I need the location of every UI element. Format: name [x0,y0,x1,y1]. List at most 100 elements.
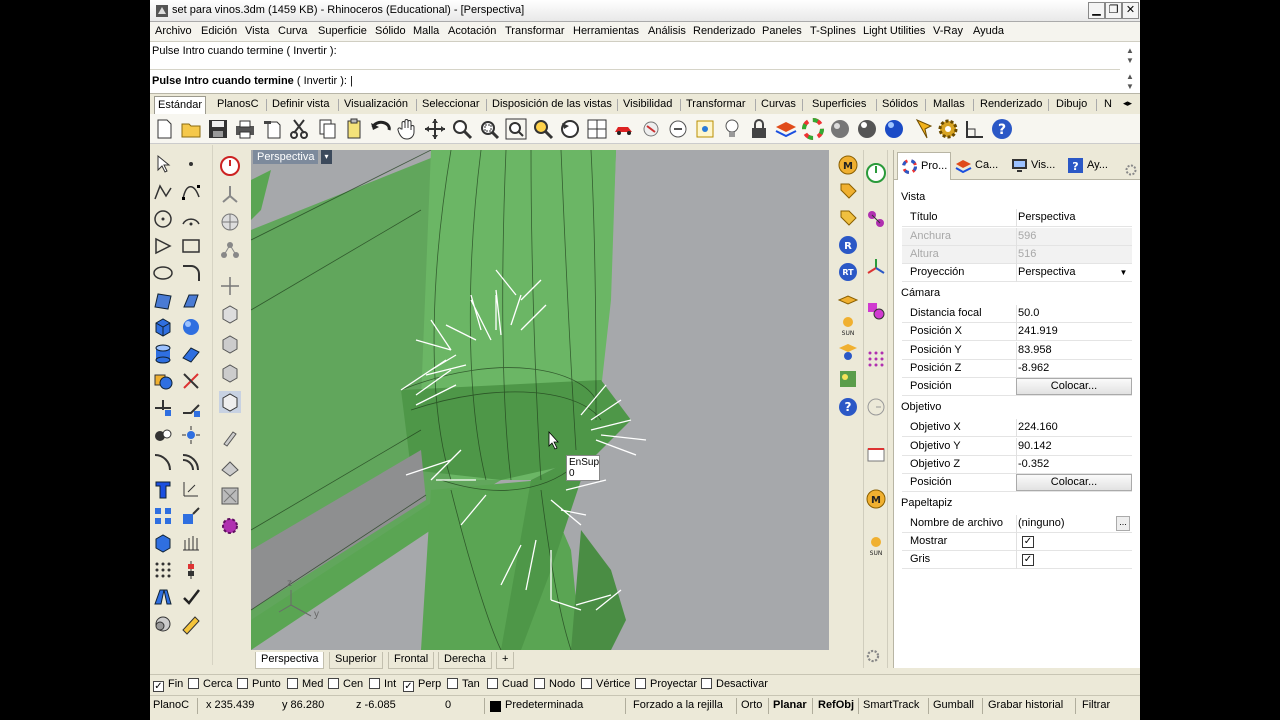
cut-icon[interactable] [287,117,311,141]
status-cplane[interactable]: PlanoC [153,699,189,711]
tsplines-box-2-icon[interactable] [219,333,241,355]
ellipse-icon[interactable] [152,262,174,284]
dot-grid-icon[interactable] [152,559,174,581]
vray-m-icon[interactable]: M [865,488,887,510]
tab-scroll-icon[interactable]: ◂▸ [1120,98,1135,109]
tab-transformar[interactable]: Transformar [683,98,749,110]
rendered-sphere-icon[interactable] [855,117,879,141]
osnap-nodo-checkbox[interactable] [534,678,545,689]
explode-icon[interactable] [180,424,202,446]
material-tag-icon[interactable] [837,180,859,202]
status-ortho-toggle[interactable]: Orto [741,699,762,711]
plane-layers-icon[interactable] [837,290,859,312]
cylinder-icon[interactable] [152,343,174,365]
curve-icon[interactable] [180,181,202,203]
menu-paneles[interactable]: Paneles [762,25,802,37]
colocar-camara-button[interactable]: Colocar... [1016,378,1132,395]
osnap-int-checkbox[interactable] [369,678,380,689]
tab-ayuda[interactable]: ? Ay... [1064,152,1116,178]
tsplines-box-icon[interactable] [219,303,241,325]
save-icon[interactable] [206,117,230,141]
molecule-icon[interactable] [865,208,887,230]
ground-plane-icon[interactable] [837,340,859,362]
menu-solido[interactable]: Sólido [375,25,406,37]
clock-icon[interactable] [865,396,887,418]
colocar-objetivo-button[interactable]: Colocar... [1016,474,1132,491]
tab-estandar[interactable]: Estándar [154,96,207,114]
point-icon[interactable] [180,153,202,175]
value-objetivo-z[interactable]: -0.352 [1018,458,1049,470]
options-gear-icon[interactable] [936,117,960,141]
paste-icon[interactable] [342,117,366,141]
vray-power-icon[interactable] [865,162,887,184]
tab-solidos[interactable]: Sólidos [879,98,921,110]
browse-file-button[interactable]: ... [1116,516,1130,531]
maxwell-icon[interactable]: M [837,154,859,176]
value-posicion-y[interactable]: 83.958 [1018,344,1052,356]
osnap-punto-checkbox[interactable] [237,678,248,689]
viewport-menu-chevron-down-icon[interactable]: ▾ [321,150,332,164]
tab-superficies[interactable]: Superficies [809,98,869,110]
vptab-frontal[interactable]: Frontal [388,652,435,669]
osnap-desactivar-checkbox[interactable] [701,678,712,689]
value-objetivo-x[interactable]: 224.160 [1018,421,1058,433]
properties-icon[interactable] [639,117,663,141]
maximize-button[interactable]: ❐ [1105,2,1122,19]
circle-icon[interactable] [152,208,174,230]
tab-renderizado[interactable]: Renderizado [977,98,1045,110]
surface-corners-icon[interactable] [152,289,174,311]
value-posicion-x[interactable]: 241.919 [1018,325,1058,337]
print-icon[interactable] [233,117,257,141]
fillet-icon[interactable] [152,451,174,473]
boolean-icon[interactable] [152,370,174,392]
scale-icon[interactable] [180,505,202,527]
perspective-viewport[interactable]: Perspectiva ▾ EnSup 0 z y [251,150,829,650]
trim-icon[interactable] [180,370,202,392]
zoom-selected-icon[interactable] [531,117,555,141]
tab-vistas[interactable]: Vis... [1008,152,1060,178]
menu-tsplines[interactable]: T-Splines [810,25,856,37]
node-tree-icon[interactable] [219,239,241,261]
menu-acotacion[interactable]: Acotación [448,25,496,37]
layer-icon[interactable] [774,117,798,141]
offset-icon[interactable] [180,451,202,473]
osnap-fin-checkbox[interactable]: ✓ [153,681,164,692]
history-scroll-up-icon[interactable]: ▲ [1124,46,1136,56]
menu-archivo[interactable]: Archivo [155,25,192,37]
menu-light-utilities[interactable]: Light Utilities [863,25,925,37]
status-snap-toggle[interactable]: Forzado a la rejilla [633,699,723,711]
layer-color-swatch[interactable] [490,701,501,712]
realtime-icon[interactable]: RT [837,261,859,283]
undo-view-icon[interactable] [558,117,582,141]
maxwell-help-icon[interactable]: ? [837,396,859,418]
gumball-axes-icon[interactable] [219,183,241,205]
fillet-curve-icon[interactable] [180,262,202,284]
osnap-cerca-checkbox[interactable] [188,678,199,689]
select-arrow-icon[interactable] [152,153,174,175]
prompt-scroll-down-icon[interactable]: ▼ [1124,82,1136,92]
dot-matrix-icon[interactable] [865,348,887,370]
power-icon[interactable] [219,155,241,177]
globe-icon[interactable] [219,211,241,233]
tab-curvas[interactable]: Curvas [758,98,799,110]
command-line[interactable]: Pulse Intro cuando termine ( Invertir ):… [150,69,1120,91]
command-prompt-options[interactable]: ( Invertir ): | [294,75,353,87]
menu-vista[interactable]: Vista [245,25,269,37]
environment-icon[interactable] [837,368,859,390]
vptab-perspectiva[interactable]: Perspectiva [255,652,325,669]
four-viewports-icon[interactable] [585,117,609,141]
panel-settings-gear-icon[interactable] [1124,163,1138,177]
prompt-scroll-up-icon[interactable]: ▲ [1124,72,1136,82]
menu-malla[interactable]: Malla [413,25,439,37]
status-filter[interactable]: Filtrar [1082,699,1110,711]
command-prompt[interactable]: Pulse Intro cuando termine ( Invertir ):… [152,75,353,87]
brush-icon[interactable] [219,427,241,449]
value-distancia-focal[interactable]: 50.0 [1018,307,1039,319]
new-file-icon[interactable] [152,117,176,141]
vptab-derecha[interactable]: Derecha [438,652,492,669]
osnap-vertice[interactable]: Vértice [581,678,630,690]
status-gumball-toggle[interactable]: Gumball [933,699,974,711]
osnap-desactivar[interactable]: Desactivar [701,678,768,690]
osnap-punto[interactable]: Punto [237,678,281,690]
value-posicion-z[interactable]: -8.962 [1018,362,1049,374]
